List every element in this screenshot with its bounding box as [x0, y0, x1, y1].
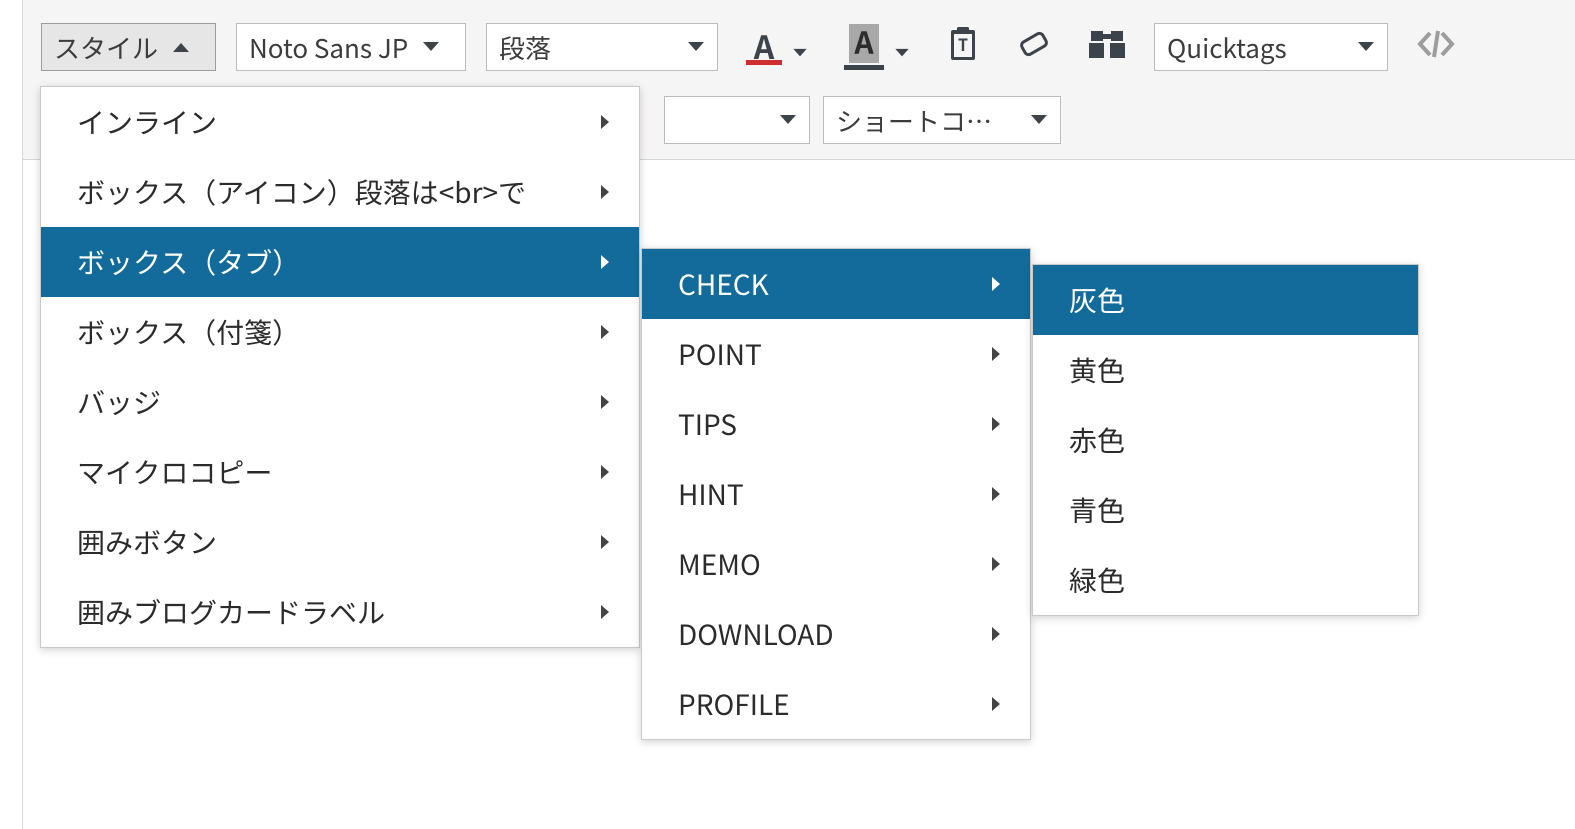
chevron-right-icon	[599, 464, 611, 480]
menu-item-download[interactable]: DOWNLOAD	[642, 599, 1030, 669]
font-family-label: Noto Sans JP	[249, 29, 408, 66]
menu-item-label: ボックス（アイコン）段落は<br>で	[77, 172, 526, 212]
font-family-dropdown[interactable]: Noto Sans JP	[236, 23, 466, 71]
menu-item-box-icon[interactable]: ボックス（アイコン）段落は<br>で	[41, 157, 639, 227]
divider	[22, 66, 23, 829]
menu-item-point[interactable]: POINT	[642, 319, 1030, 389]
editor-surface: スタイル Noto Sans JP 段落	[0, 0, 1575, 829]
menu-item-label: MEMO	[678, 544, 761, 584]
shortcode-dropdown[interactable]: ショートコ…	[823, 96, 1061, 144]
menu-item-label: ボックス（タブ）	[77, 242, 300, 282]
menu-item-hint[interactable]: HINT	[642, 459, 1030, 529]
menu-item-label: インライン	[77, 102, 217, 142]
menu-item-color-red[interactable]: 赤色	[1033, 405, 1418, 475]
menu-item-microcopy[interactable]: マイクロコピー	[41, 437, 639, 507]
chevron-right-icon	[599, 324, 611, 340]
block-format-dropdown[interactable]: 段落	[486, 23, 718, 71]
menu-item-memo[interactable]: MEMO	[642, 529, 1030, 599]
menu-item-tips[interactable]: TIPS	[642, 389, 1030, 459]
menu-item-color-blue[interactable]: 青色	[1033, 475, 1418, 545]
chevron-right-icon	[599, 254, 611, 270]
chevron-right-icon	[599, 604, 611, 620]
chevron-right-icon	[990, 486, 1002, 502]
toolbar-row-1: スタイル Noto Sans JP 段落	[23, 14, 1575, 80]
chevron-right-icon	[599, 184, 611, 200]
menu-item-label: TIPS	[678, 404, 737, 444]
eraser-icon	[1016, 27, 1052, 68]
menu-item-label: 赤色	[1069, 420, 1125, 460]
code-icon	[1416, 29, 1456, 66]
menu-item-boxed-blogcard-label[interactable]: 囲みブログカードラベル	[41, 577, 639, 647]
style-dropdown[interactable]: スタイル	[41, 23, 216, 71]
svg-text:T: T	[958, 32, 968, 56]
menu-item-label: ボックス（付箋）	[77, 312, 300, 352]
row2-dropdown-unknown[interactable]	[664, 96, 810, 144]
caret-down-icon	[1030, 114, 1048, 126]
source-code-button[interactable]	[1408, 24, 1464, 70]
caret-down-icon	[687, 41, 705, 53]
menu-item-boxed-button[interactable]: 囲みボタン	[41, 507, 639, 577]
menu-item-label: バッジ	[77, 382, 161, 422]
menu-item-label: 青色	[1069, 490, 1125, 530]
menu-item-label: POINT	[678, 334, 762, 374]
quicktags-dropdown[interactable]: Quicktags	[1154, 23, 1388, 71]
menu-item-label: PROFILE	[678, 684, 790, 724]
caret-down-icon	[422, 41, 440, 53]
text-color-icon: A	[746, 30, 782, 65]
menu-item-label: DOWNLOAD	[678, 614, 834, 654]
block-format-label: 段落	[499, 29, 551, 66]
menu-item-color-yellow[interactable]: 黄色	[1033, 335, 1418, 405]
chevron-right-icon	[599, 114, 611, 130]
style-menu: インライン ボックス（アイコン）段落は<br>で ボックス（タブ） ボックス（付…	[40, 86, 640, 648]
menu-item-profile[interactable]: PROFILE	[642, 669, 1030, 739]
color-submenu: 灰色 黄色 赤色 青色 緑色	[1032, 264, 1419, 616]
box-tab-submenu: CHECK POINT TIPS HINT MEMO DOWNLOAD PROF…	[641, 248, 1031, 740]
menu-item-label: マイクロコピー	[77, 452, 272, 492]
style-dropdown-label: スタイル	[54, 29, 158, 66]
background-color-button[interactable]: A	[836, 24, 918, 70]
background-color-icon: A	[844, 24, 884, 70]
menu-item-badge[interactable]: バッジ	[41, 367, 639, 437]
menu-item-label: 緑色	[1069, 560, 1125, 600]
quicktags-label: Quicktags	[1167, 29, 1287, 66]
menu-item-inline[interactable]: インライン	[41, 87, 639, 157]
clear-formatting-button[interactable]	[1008, 24, 1060, 70]
caret-up-icon	[172, 41, 190, 53]
menu-item-label: 灰色	[1069, 280, 1125, 320]
caret-down-icon	[779, 114, 797, 126]
binoculars-icon	[1088, 27, 1126, 68]
find-replace-button[interactable]	[1080, 24, 1134, 70]
caret-down-icon	[792, 30, 808, 65]
text-color-button[interactable]: A	[738, 24, 816, 70]
menu-item-label: HINT	[678, 474, 744, 514]
menu-item-box-tab[interactable]: ボックス（タブ）	[41, 227, 639, 297]
chevron-right-icon	[599, 534, 611, 550]
menu-item-label: 黄色	[1069, 350, 1125, 390]
clipboard-text-icon: T	[946, 26, 980, 69]
chevron-right-icon	[990, 276, 1002, 292]
chevron-right-icon	[990, 696, 1002, 712]
menu-item-label: 囲みボタン	[77, 522, 217, 562]
menu-item-label: CHECK	[678, 264, 769, 304]
chevron-right-icon	[990, 556, 1002, 572]
menu-item-color-gray[interactable]: 灰色	[1033, 265, 1418, 335]
chevron-right-icon	[599, 394, 611, 410]
chevron-right-icon	[990, 346, 1002, 362]
menu-item-box-sticky[interactable]: ボックス（付箋）	[41, 297, 639, 367]
caret-down-icon	[894, 30, 910, 65]
menu-item-color-green[interactable]: 緑色	[1033, 545, 1418, 615]
menu-item-check[interactable]: CHECK	[642, 249, 1030, 319]
chevron-right-icon	[990, 416, 1002, 432]
caret-down-icon	[1357, 41, 1375, 53]
shortcode-dropdown-label: ショートコ…	[836, 102, 992, 139]
paste-text-button[interactable]: T	[938, 24, 988, 70]
chevron-right-icon	[990, 626, 1002, 642]
menu-item-label: 囲みブログカードラベル	[77, 592, 385, 632]
